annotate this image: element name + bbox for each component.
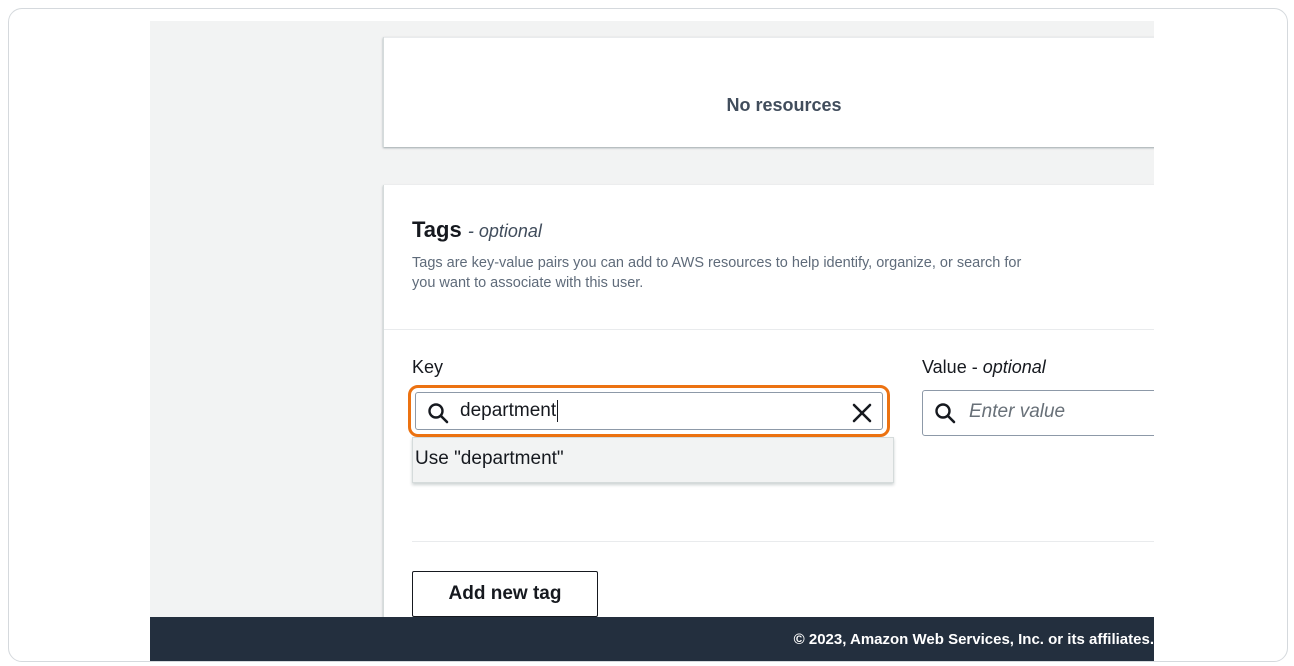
empty-resources-text: No resources [726, 95, 842, 115]
tags-description-line1: Tags are key-value pairs you can add to … [412, 255, 1022, 271]
tags-footer-divider [412, 541, 1154, 542]
key-suggestion-dropdown: Use "department" [412, 437, 894, 483]
tags-panel: Tags - optional Tags are key-value pairs… [383, 185, 1154, 661]
value-label-text: Value - [922, 357, 978, 377]
key-input[interactable]: department [415, 392, 883, 430]
tags-header-divider [384, 329, 1154, 330]
tags-title-optional: - optional [467, 221, 542, 241]
key-input-highlight: department [408, 385, 890, 437]
key-input-text: department [460, 400, 557, 422]
value-label: Value - optional [922, 357, 1046, 378]
text-caret [557, 400, 559, 422]
resources-panel: No resources [383, 37, 1154, 147]
page-footer: © 2023, Amazon Web Services, Inc. or its… [150, 617, 1154, 661]
value-input-placeholder: Enter value [969, 401, 1066, 422]
screenshot-frame: No resources Tags - optional Tags are ke… [8, 8, 1288, 662]
console-viewport: No resources Tags - optional Tags are ke… [150, 21, 1154, 661]
key-input-value: department [460, 400, 559, 422]
tags-description: Tags are key-value pairs you can add to … [412, 253, 1152, 293]
tags-title: Tags - optional [412, 217, 1154, 243]
add-new-tag-button[interactable]: Add new tag [412, 571, 598, 617]
search-icon [426, 401, 450, 430]
tags-description-line2: you want to associate with this user. [412, 275, 644, 291]
value-input[interactable]: Enter value [922, 390, 1154, 436]
table-header-border [384, 37, 1154, 38]
search-icon [933, 401, 957, 430]
suggestion-option[interactable]: Use "department" [415, 448, 564, 470]
footer-copyright: © 2023, Amazon Web Services, Inc. or its… [793, 631, 1154, 648]
key-label: Key [412, 357, 444, 377]
tags-title-text: Tags [412, 217, 462, 242]
close-icon[interactable] [850, 401, 874, 430]
tags-header: Tags - optional Tags are key-value pairs… [412, 217, 1154, 293]
value-label-optional: optional [982, 357, 1046, 377]
